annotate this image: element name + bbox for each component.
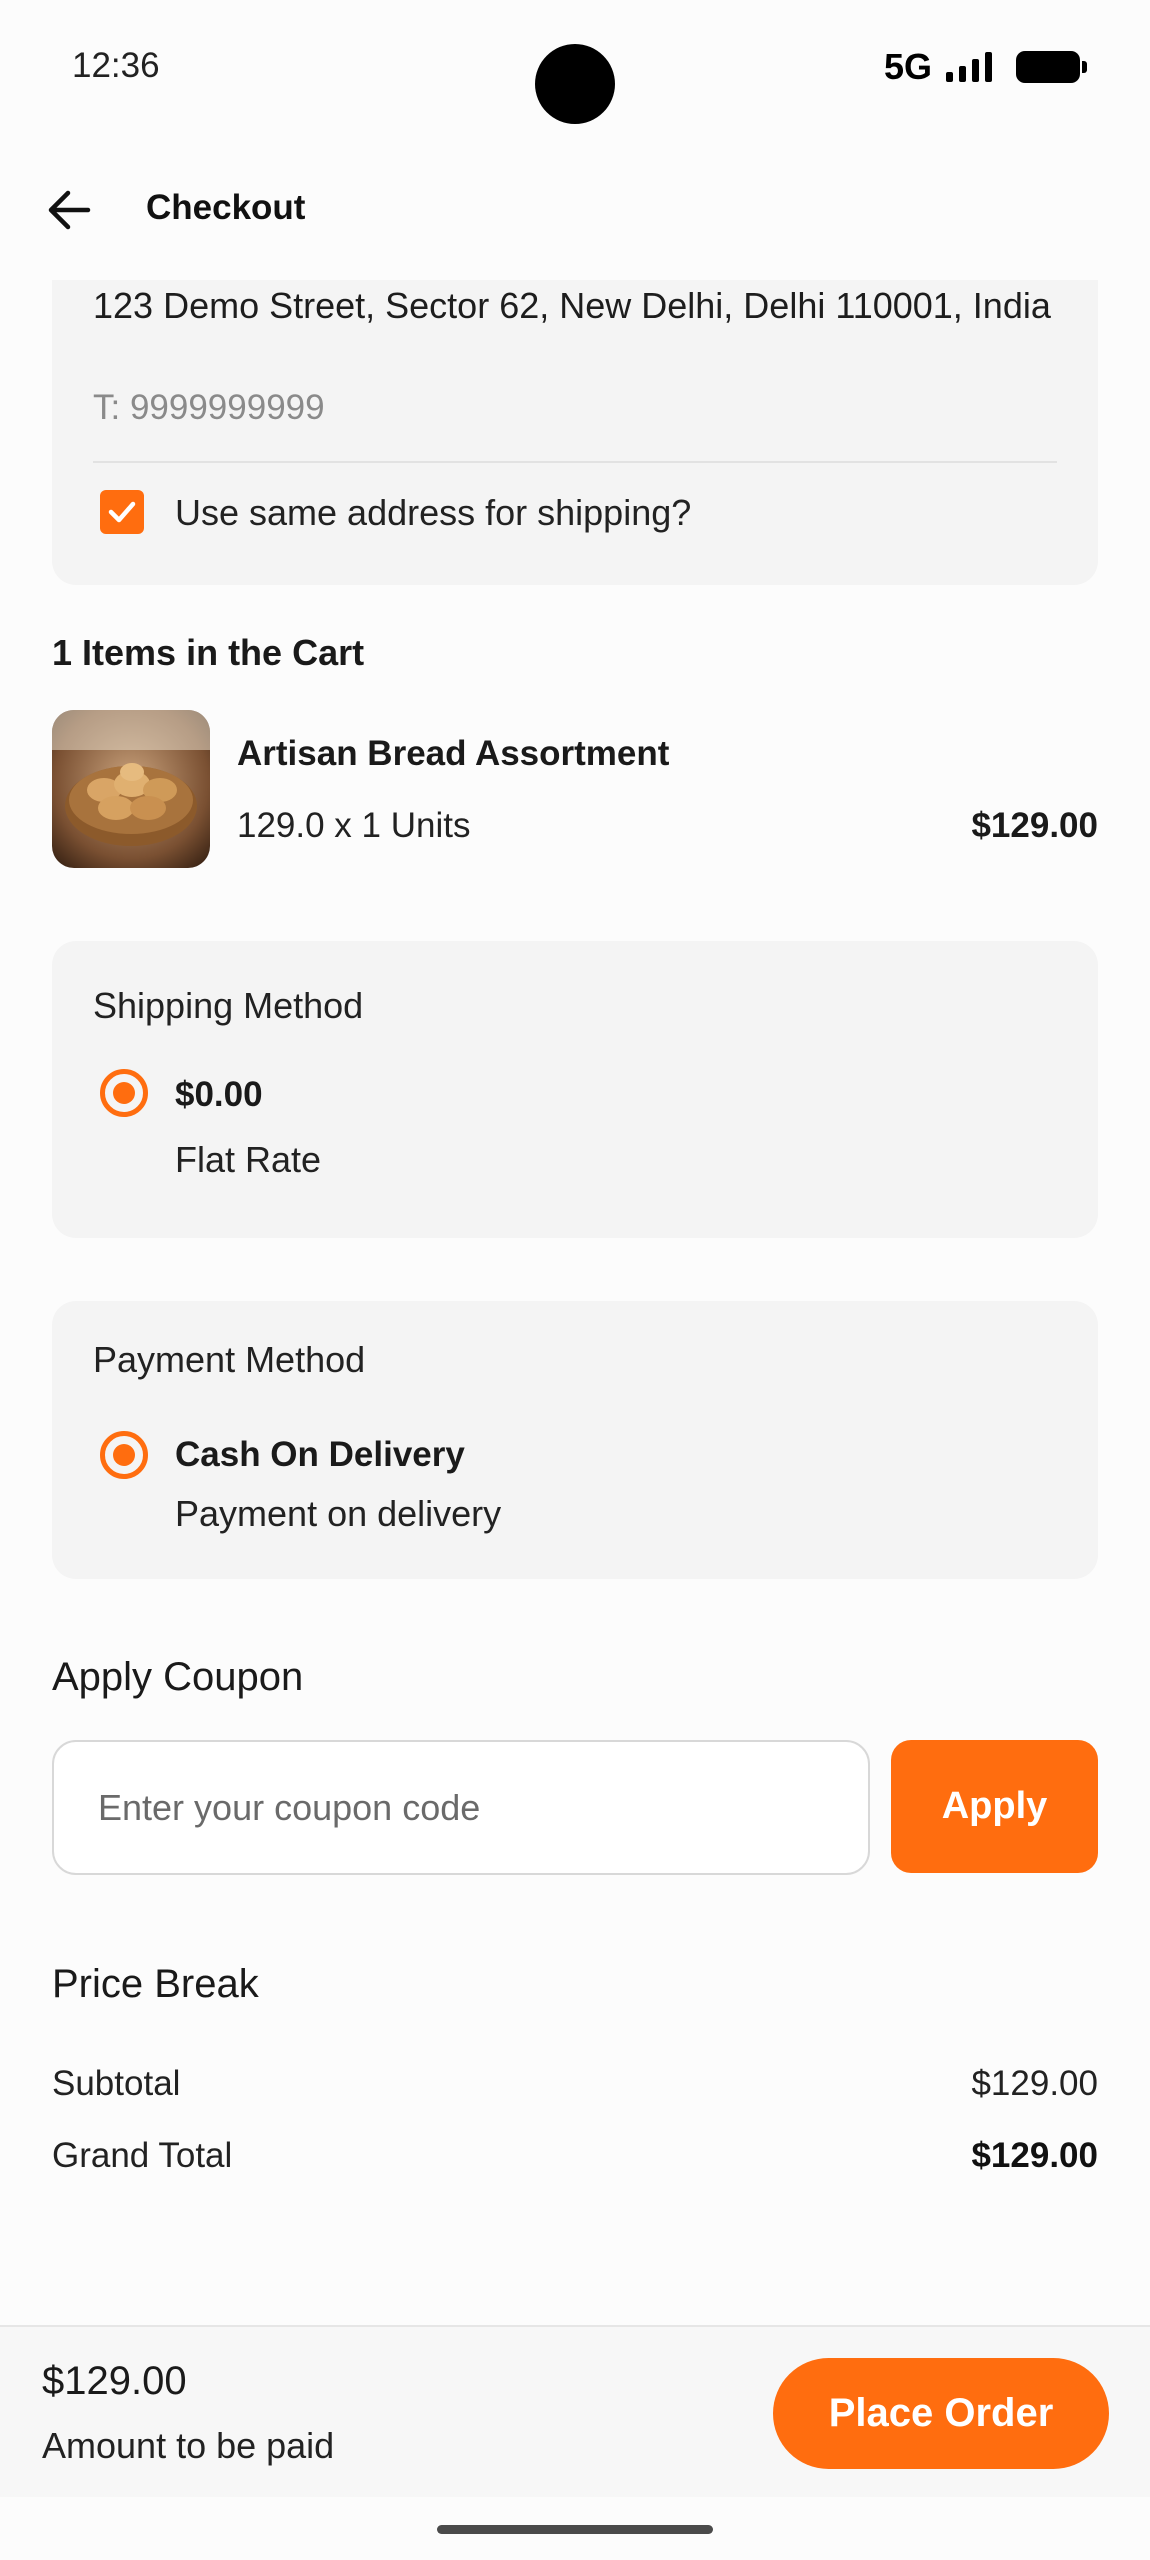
arrow-left-icon — [48, 190, 91, 230]
same-shipping-label[interactable]: Use same address for shipping? — [175, 492, 691, 534]
grand-total-row: Grand Total $129.00 — [52, 2136, 1098, 2176]
grand-total-value: $129.00 — [971, 2136, 1098, 2175]
payment-radio[interactable] — [100, 1431, 148, 1479]
same-shipping-checkbox[interactable] — [100, 490, 144, 534]
shipping-label[interactable]: Flat Rate — [175, 1139, 321, 1181]
payment-label[interactable]: Cash On Delivery — [175, 1435, 465, 1475]
app-bar: Checkout — [0, 160, 1150, 260]
cart-title: 1 Items in the Cart — [52, 632, 365, 673]
status-bar: 12:36 5G — [0, 0, 1150, 140]
divider — [93, 461, 1057, 463]
price-break-title: Price Break — [52, 1962, 259, 2006]
coupon-title: Apply Coupon — [52, 1655, 304, 1699]
shipping-radio[interactable] — [100, 1069, 148, 1117]
product-quantity: 129.0 x 1 Units — [237, 806, 471, 845]
signal-icon — [946, 52, 992, 82]
apply-coupon-button[interactable]: Apply — [891, 1740, 1098, 1873]
subtotal-label: Subtotal — [52, 2064, 181, 2103]
subtotal-value: $129.00 — [971, 2064, 1098, 2103]
shipping-price[interactable]: $0.00 — [175, 1075, 263, 1115]
camera-cutout — [535, 44, 615, 124]
subtotal-row: Subtotal $129.00 — [52, 2064, 1098, 2104]
network-label: 5G — [883, 46, 932, 87]
product-price: $129.00 — [971, 806, 1098, 845]
checkmark-icon — [108, 501, 136, 523]
product-name[interactable]: Artisan Bread Assortment — [237, 734, 669, 774]
address-phone: T: 9999999999 — [93, 388, 325, 427]
checkout-footer: $129.00 Amount to be paid Place Order — [0, 2325, 1150, 2497]
coupon-input[interactable] — [52, 1740, 870, 1875]
payment-description[interactable]: Payment on delivery — [175, 1493, 501, 1535]
status-icons: 5G — [883, 46, 1087, 88]
product-image — [52, 710, 210, 868]
status-time: 12:36 — [72, 46, 160, 85]
page-title: Checkout — [146, 188, 306, 227]
home-indicator[interactable] — [437, 2525, 713, 2534]
shipping-method-card: Shipping Method $0.00 Flat Rate — [52, 941, 1098, 1238]
shipping-method-title: Shipping Method — [93, 985, 364, 1026]
payment-method-card: Payment Method Cash On Delivery Payment … — [52, 1301, 1098, 1579]
place-order-button[interactable]: Place Order — [773, 2358, 1109, 2469]
battery-icon — [1016, 51, 1087, 83]
grand-total-label: Grand Total — [52, 2136, 233, 2175]
payment-method-title: Payment Method — [93, 1339, 366, 1380]
billing-address-card: 123 Demo Street, Sector 62, New Delhi, D… — [52, 280, 1098, 585]
amount-label: Amount to be paid — [42, 2425, 335, 2466]
amount-value: $129.00 — [42, 2359, 187, 2403]
back-button[interactable] — [44, 184, 96, 236]
address-text: 123 Demo Street, Sector 62, New Delhi, D… — [93, 285, 1051, 326]
